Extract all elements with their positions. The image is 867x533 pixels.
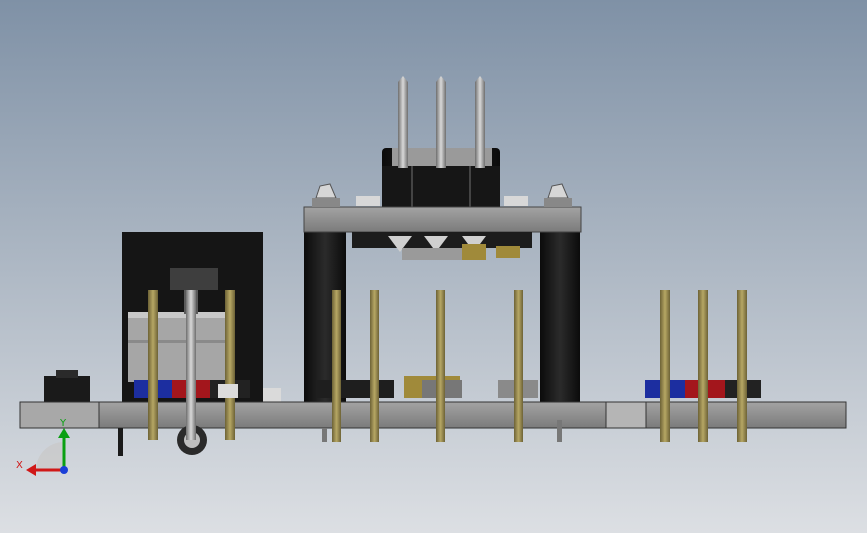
cad-viewport[interactable]: Y X <box>0 0 867 533</box>
small-left-component[interactable] <box>44 370 90 402</box>
z-axis-dot <box>60 466 68 474</box>
pcb-assembly-model[interactable]: Y X <box>0 0 867 533</box>
y-axis-label: Y <box>59 418 67 429</box>
pcb-board[interactable] <box>19 401 847 429</box>
right-pin-header[interactable] <box>645 290 761 442</box>
x-axis-label: X <box>16 460 23 471</box>
left-pin-header[interactable] <box>134 290 250 440</box>
left-black-module[interactable] <box>122 232 281 402</box>
top-connector[interactable] <box>356 76 528 210</box>
